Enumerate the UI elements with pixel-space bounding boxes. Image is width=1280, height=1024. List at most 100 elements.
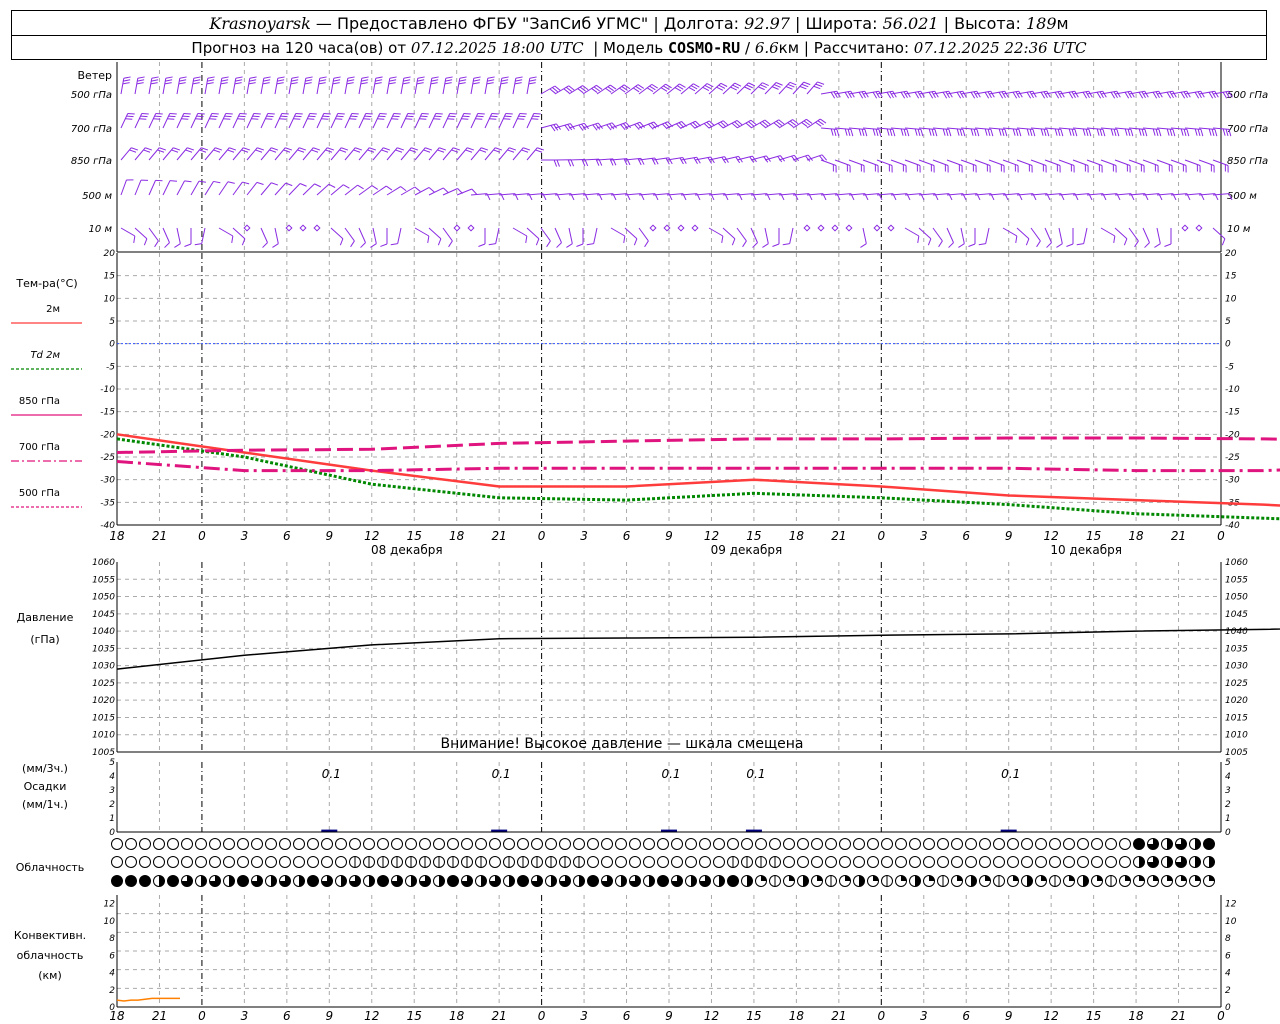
wind-barb-feather <box>546 240 551 248</box>
hour-tick-label-bottom: 9 <box>325 1009 333 1023</box>
pressure-tick-right: 1055 <box>1225 575 1248 585</box>
wind-barb-feather <box>900 128 904 136</box>
wind-barb-feather <box>948 129 952 137</box>
wind-barb-feather <box>276 82 284 85</box>
wind-barb <box>764 227 769 244</box>
wind-barb-feather <box>143 238 148 246</box>
wind-barb-feather <box>360 242 366 248</box>
wind-barb-feather <box>459 79 467 82</box>
cloud-symbol <box>615 856 627 868</box>
cloud-symbol <box>335 856 347 868</box>
wind-barb-feather <box>892 129 896 137</box>
wind-barb-feather <box>350 115 358 118</box>
wind-barb-feather <box>265 118 273 120</box>
cloud-fill <box>237 875 249 887</box>
wind-barb-feather <box>920 129 924 137</box>
cloud-fill <box>789 875 795 881</box>
calm-wind-marker <box>299 224 307 232</box>
calm-wind-marker <box>831 224 839 232</box>
cloud-symbol <box>937 838 949 850</box>
wind-barb-feather <box>525 235 528 243</box>
wind-barb <box>190 180 200 196</box>
wind-barb-feather <box>476 115 484 118</box>
wind-barb-feather <box>221 76 229 79</box>
wind-barb-feather <box>293 118 301 120</box>
wind-barb-feather <box>437 149 445 153</box>
wind-barb-feather <box>207 79 215 82</box>
wind-barb <box>1016 227 1030 240</box>
wind-barb-feather <box>400 186 407 192</box>
wind-barb-feather <box>1127 129 1131 137</box>
wind-barb-feather <box>305 76 313 79</box>
wind-barb-feather <box>1018 129 1022 137</box>
pressure-series <box>116 628 1280 670</box>
wind-barb-feather <box>1123 238 1128 246</box>
wind-barb-feather <box>931 129 935 137</box>
cloud-fill <box>307 875 319 887</box>
wind-barb-feather <box>478 243 486 247</box>
wind-barb-feather <box>343 184 350 189</box>
wind-barb-feather <box>1186 90 1191 98</box>
wind-barb-feather <box>503 118 511 120</box>
wind-barb <box>414 227 430 237</box>
wind-barb-feather <box>1214 90 1219 98</box>
cloud-symbol <box>825 856 837 868</box>
wind-barb-feather <box>1071 91 1076 98</box>
wind-barb-feather <box>371 185 379 190</box>
wind-barb-feather <box>836 129 840 137</box>
wind-barb-feather <box>490 115 498 118</box>
hour-tick-label-bottom: 3 <box>580 1009 588 1023</box>
cloud-fill <box>111 875 123 887</box>
wind-barb-feather <box>380 243 388 247</box>
pressure-tick-left: 1020 <box>92 696 115 706</box>
wind-barb-feather <box>388 82 396 85</box>
pressure-tick-right: 1040 <box>1225 627 1248 637</box>
cloud-fill <box>159 875 165 887</box>
pressure-tick-left: 1050 <box>92 593 115 603</box>
cloud-fill <box>1181 875 1187 881</box>
precip-bar <box>1000 829 1017 832</box>
wind-barb-feather <box>844 128 848 136</box>
cloud-fill <box>139 875 151 887</box>
cloud-symbol <box>391 838 403 850</box>
wind-barb-feather <box>945 129 949 137</box>
wind-barb-feather <box>900 91 906 99</box>
meteogram: Ветер 500 гПа 500 гПа 700 гПа 700 гПа 850 гПа… <box>11 62 1280 1023</box>
wind-barb-feather <box>153 118 161 120</box>
temp-tick-left: 10 <box>104 294 116 304</box>
wind-barb-feather <box>1200 90 1205 98</box>
wind-barb-feather <box>734 82 742 87</box>
hour-tick-label-bottom: 21 <box>1171 1009 1186 1023</box>
wind-barb-feather <box>430 82 438 85</box>
wind-barb-feather <box>185 149 193 153</box>
wind-barb-feather <box>1040 128 1044 136</box>
wind-barb-feather <box>197 113 205 115</box>
wind-barb-feather <box>1124 91 1130 99</box>
wind-barb-feather <box>682 157 687 164</box>
wind-barb-feather <box>987 129 991 137</box>
wind-barb-feather <box>350 240 355 248</box>
wind-barb-feather <box>145 147 153 151</box>
wind-barb-feather <box>872 128 876 136</box>
cloud-symbol <box>979 856 991 868</box>
cloud-fill <box>377 875 389 887</box>
wind-barb-feather <box>644 240 649 248</box>
wind-barb-feather <box>861 91 866 98</box>
calm-wind-marker <box>887 224 895 232</box>
wind-barb <box>442 227 453 242</box>
cloud-symbol <box>1049 838 1061 850</box>
temp-tick-left: -35 <box>100 498 115 508</box>
wind-barb <box>568 227 573 244</box>
wind-barb-feather <box>339 149 347 153</box>
conv-tick-right: 10 <box>1225 917 1237 927</box>
cloud-fill <box>1195 856 1201 868</box>
wind-barb-feather <box>998 91 1004 99</box>
wind-barb-feather <box>447 118 455 120</box>
wind-level-label-right: 700 гПа <box>1227 124 1268 135</box>
wind-barb-feather <box>434 115 442 118</box>
wind-barb-feather <box>155 113 163 115</box>
wind-barb-feather <box>771 86 779 90</box>
wind-barb-feather <box>179 79 187 82</box>
wind-barb-feather <box>501 76 509 79</box>
wind-barb-feather <box>133 235 136 243</box>
